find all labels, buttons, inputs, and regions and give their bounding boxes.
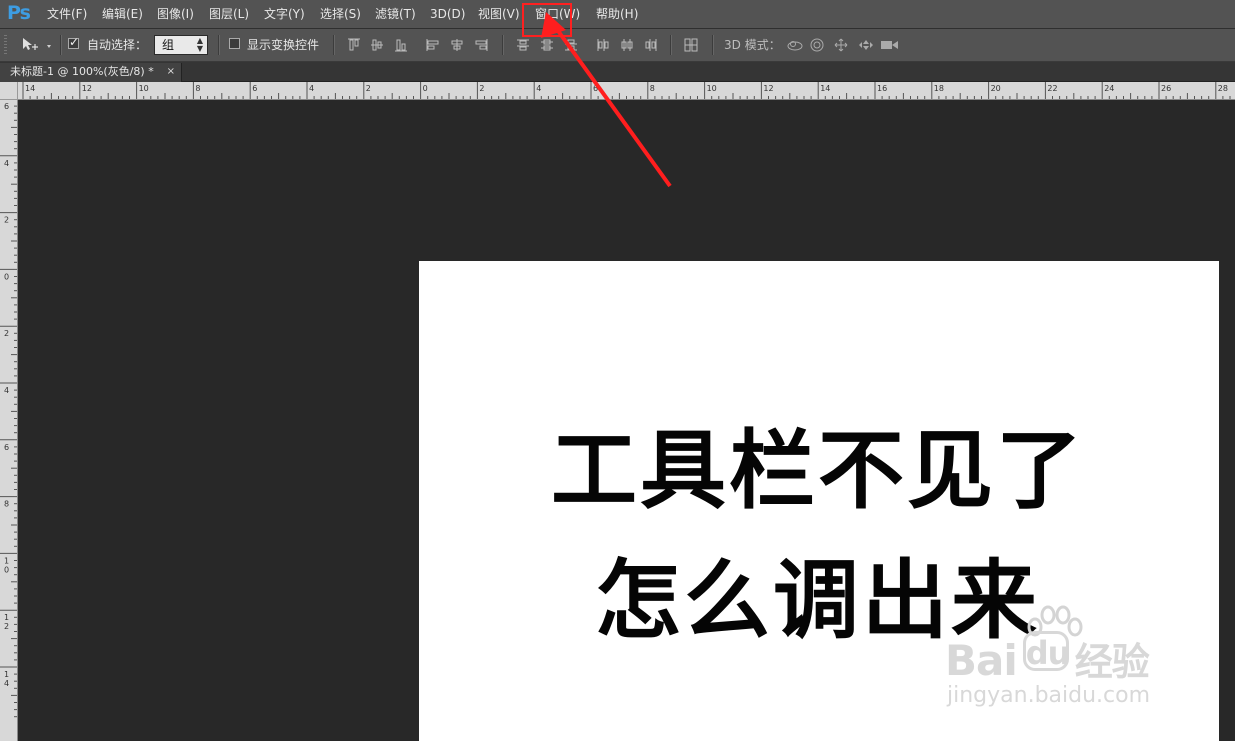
menu-select[interactable]: 选择(S) <box>320 6 361 22</box>
align-right-edges-icon[interactable] <box>474 38 488 52</box>
ruler-label: 2 <box>4 329 9 338</box>
options-separator <box>502 35 504 55</box>
align-bottom-edges-icon[interactable] <box>394 38 408 52</box>
ruler-label: 0 <box>4 565 9 574</box>
menu-type[interactable]: 文字(Y) <box>264 6 305 22</box>
mode-3d-label: 3D 模式： <box>724 38 781 52</box>
ruler-label: 2 <box>479 84 484 93</box>
close-icon[interactable]: × <box>167 63 175 81</box>
ruler-label: 6 <box>593 84 598 93</box>
ruler-label: 26 <box>1161 84 1171 93</box>
ruler-label: 18 <box>934 84 944 93</box>
align-left-edges-icon[interactable] <box>426 38 440 52</box>
horizontal-ruler[interactable]: 14 12 10 8 6 4 2 0 2 4 6 8 10 12 14 16 18 20 22 24 26 28 <box>18 82 1235 100</box>
canvas-title-line-1: 工具栏不见了 <box>551 421 1085 521</box>
ruler-label: 4 <box>4 159 9 168</box>
menu-edit[interactable]: 编辑(E) <box>102 6 143 22</box>
ruler-label: 14 <box>820 84 830 93</box>
drag-3d-icon[interactable] <box>834 38 848 52</box>
align-top-edges-icon[interactable] <box>347 38 361 52</box>
ruler-label: 6 <box>252 84 257 93</box>
ruler-label: 12 <box>82 84 92 93</box>
ruler-label: 0 <box>423 84 428 93</box>
distribute-top-icon[interactable] <box>516 38 530 52</box>
move-tool-icon[interactable] <box>20 35 54 55</box>
ruler-label: 14 <box>25 84 35 93</box>
show-transform-label: 显示变换控件 <box>247 38 320 52</box>
ruler-label: 10 <box>707 84 717 93</box>
document-tab-title: 未标题-1 @ 100%(灰色/8) * <box>10 65 154 78</box>
watermark-url: jingyan.baidu.com <box>947 683 1151 708</box>
scale-3d-icon[interactable] <box>880 38 900 52</box>
menu-layer[interactable]: 图层(L) <box>209 6 249 22</box>
ruler-label: 6 <box>4 443 9 452</box>
ruler-label: 0 <box>4 272 9 281</box>
ruler-label: 10 <box>139 84 149 93</box>
ruler-label: 4 <box>536 84 541 93</box>
vertical-ruler[interactable]: 64202468101214 <box>0 100 18 741</box>
ruler-label: 8 <box>195 84 200 93</box>
options-separator <box>218 35 220 55</box>
auto-select-dropdown[interactable]: 组 ▲ ▼ <box>154 35 208 55</box>
ruler-label: 4 <box>4 386 9 395</box>
align-horizontal-centers-icon[interactable] <box>450 38 464 52</box>
options-separator <box>670 35 672 55</box>
ruler-label: 2 <box>4 622 9 631</box>
ruler-label: 1 <box>4 670 9 679</box>
rotate-3d-icon[interactable] <box>786 38 804 52</box>
distribute-left-icon[interactable] <box>596 38 610 52</box>
menu-image[interactable]: 图像(I) <box>157 6 194 22</box>
ruler-label: 16 <box>877 84 887 93</box>
auto-align-layers-icon[interactable] <box>684 38 698 52</box>
show-transform-checkbox[interactable] <box>229 38 240 49</box>
menu-filter[interactable]: 滤镜(T) <box>375 6 416 22</box>
slide-3d-icon[interactable] <box>858 38 874 52</box>
document-tab[interactable]: 未标题-1 @ 100%(灰色/8) * × <box>0 63 182 82</box>
menu-file[interactable]: 文件(F) <box>47 6 87 22</box>
distribute-horizontal-centers-icon[interactable] <box>620 38 634 52</box>
ruler-label: 28 <box>1218 84 1228 93</box>
dropdown-arrow-icon: ▲ ▼ <box>196 36 203 53</box>
ruler-label: 8 <box>650 84 655 93</box>
ruler-label: 12 <box>763 84 773 93</box>
ruler-label: 4 <box>309 84 314 93</box>
vertical-ruler-ticks: 64202468101214 <box>0 102 17 718</box>
menu-view[interactable]: 视图(V) <box>478 6 520 22</box>
options-separator <box>712 35 714 55</box>
align-vertical-centers-icon[interactable] <box>370 38 384 52</box>
baidu-watermark: Bai du 经验 jingyan.baidu.com <box>945 605 1175 715</box>
options-bar: 自动选择： 组 ▲▼ 显示变换控件 3D 模式： <box>0 29 1235 62</box>
horizontal-ruler-ticks: 14 12 10 8 6 4 2 0 2 4 6 8 10 12 14 16 18 20 22 24 26 28 <box>22 82 1231 99</box>
distribute-vertical-centers-icon[interactable] <box>540 38 554 52</box>
options-grip[interactable] <box>4 35 7 55</box>
ruler-label: 8 <box>4 500 9 509</box>
ruler-label: 22 <box>1047 84 1057 93</box>
ruler-origin[interactable] <box>0 82 18 100</box>
auto-select-checkbox[interactable] <box>68 35 79 49</box>
watermark-brand: Bai du 经验 <box>945 631 1150 686</box>
menu-3d[interactable]: 3D(D) <box>430 6 465 22</box>
menu-help[interactable]: 帮助(H) <box>596 6 638 22</box>
ruler-label: 2 <box>4 216 9 225</box>
document-tab-bar: 未标题-1 @ 100%(灰色/8) * × <box>0 62 1235 82</box>
roll-3d-icon[interactable] <box>810 38 824 52</box>
photoshop-logo[interactable]: Ps <box>7 3 31 23</box>
ruler-label: 1 <box>4 556 9 565</box>
options-separator <box>60 35 62 55</box>
ruler-label: 24 <box>1104 84 1114 93</box>
menu-bar: Ps 文件(F) 编辑(E) 图像(I) 图层(L) 文字(Y) 选择(S) 滤… <box>0 0 1235 29</box>
ruler-label: 1 <box>4 613 9 622</box>
auto-select-label: 自动选择： <box>87 38 148 52</box>
ruler-label: 20 <box>991 84 1001 93</box>
distribute-right-icon[interactable] <box>644 38 658 52</box>
auto-select-value: 组 <box>162 38 175 52</box>
distribute-bottom-icon[interactable] <box>564 38 578 52</box>
highlight-box <box>522 3 572 37</box>
ruler-label: 6 <box>4 102 9 111</box>
ruler-label: 4 <box>4 679 9 688</box>
options-separator <box>333 35 335 55</box>
ruler-label: 2 <box>366 84 371 93</box>
